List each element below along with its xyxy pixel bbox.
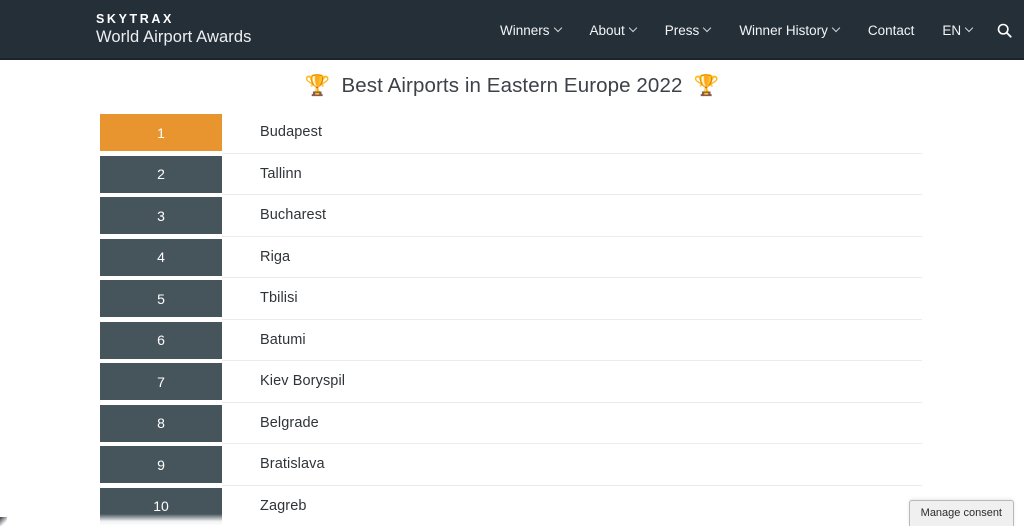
nav-item-label: Press bbox=[664, 22, 700, 38]
table-row[interactable]: 3 Bucharest bbox=[100, 195, 922, 237]
rank-name-cell: Batumi bbox=[222, 320, 922, 361]
rank-badge: 1 bbox=[100, 114, 222, 151]
table-row[interactable]: 4 Riga bbox=[100, 237, 922, 278]
rank-name-cell: Kiev Boryspil bbox=[222, 361, 922, 403]
airport-name: Belgrade bbox=[260, 414, 319, 431]
table-row[interactable]: 7 Kiev Boryspil bbox=[100, 361, 922, 403]
table-row[interactable]: 8 Belgrade bbox=[100, 403, 922, 444]
rank-badge: 5 bbox=[100, 280, 222, 317]
nav-item-language[interactable]: EN bbox=[928, 0, 987, 60]
airport-name: Tbilisi bbox=[260, 290, 298, 307]
rank-name-cell: Belgrade bbox=[222, 403, 922, 444]
rank-badge: 9 bbox=[100, 446, 222, 483]
nav-item-contact[interactable]: Contact bbox=[854, 0, 929, 60]
table-row[interactable]: 2 Tallinn bbox=[100, 154, 922, 195]
nav-item-winners[interactable]: Winners bbox=[500, 0, 576, 60]
table-row[interactable]: 5 Tbilisi bbox=[100, 278, 922, 320]
manage-consent-button[interactable]: Manage consent bbox=[908, 500, 1014, 526]
rank-badge: 7 bbox=[100, 363, 222, 400]
ranking-list: 1 Budapest 2 Tallinn 3 Bucharest 4 Riga … bbox=[100, 112, 922, 526]
rank-badge: 6 bbox=[100, 321, 222, 359]
rank-badge: 2 bbox=[100, 155, 222, 193]
airport-name: Tallinn bbox=[260, 165, 302, 182]
nav-item-press[interactable]: Press bbox=[651, 0, 726, 60]
nav-item-label: Winner History bbox=[739, 22, 828, 38]
rank-name-cell: Zagreb bbox=[222, 486, 922, 526]
table-row[interactable]: 6 Batumi bbox=[100, 320, 922, 361]
site-logo[interactable]: SKYTRAX World Airport Awards bbox=[96, 11, 252, 46]
nav-item-winner-history[interactable]: Winner History bbox=[725, 0, 854, 60]
brand-tagline: World Airport Awards bbox=[96, 28, 252, 46]
search-button[interactable] bbox=[987, 0, 1022, 60]
rank-name-cell: Bucharest bbox=[222, 195, 922, 237]
nav-item-label: Winners bbox=[500, 22, 550, 38]
chevron-down-icon bbox=[555, 25, 562, 32]
airport-name: Bucharest bbox=[260, 207, 327, 224]
page-title: 🏆 Best Airports in Eastern Europe 2022 🏆 bbox=[0, 74, 1024, 98]
corner-artifact bbox=[0, 517, 7, 526]
nav-item-label: Contact bbox=[867, 22, 915, 38]
airport-name: Budapest bbox=[260, 124, 323, 141]
page-title-text: Best Airports in Eastern Europe 2022 bbox=[341, 74, 683, 97]
airport-name: Batumi bbox=[260, 331, 306, 348]
rank-badge: 3 bbox=[100, 197, 222, 234]
rank-badge: 4 bbox=[100, 238, 222, 276]
rank-name-cell: Riga bbox=[222, 237, 922, 278]
airport-name: Kiev Boryspil bbox=[260, 373, 346, 390]
airport-name: Zagreb bbox=[260, 497, 307, 514]
site-header: SKYTRAX World Airport Awards Winners Abo… bbox=[0, 0, 1024, 60]
chevron-down-icon bbox=[630, 25, 637, 32]
rank-name-cell: Bratislava bbox=[222, 444, 922, 486]
chevron-down-icon bbox=[704, 25, 711, 32]
main-navigation: Winners About Press Winner History Conta… bbox=[500, 0, 1022, 60]
table-row[interactable]: 1 Budapest bbox=[100, 112, 922, 154]
rank-badge: 10 bbox=[100, 487, 222, 525]
trophy-icon-right: 🏆 bbox=[693, 73, 720, 97]
nav-item-label: EN bbox=[942, 22, 962, 38]
brand-name: SKYTRAX bbox=[96, 11, 174, 26]
airport-name: Bratislava bbox=[260, 456, 325, 473]
nav-item-about[interactable]: About bbox=[576, 0, 651, 60]
chevron-down-icon bbox=[833, 25, 840, 32]
nav-item-label: About bbox=[589, 22, 625, 38]
rank-name-cell: Tallinn bbox=[222, 154, 922, 195]
trophy-icon-left: 🏆 bbox=[304, 73, 331, 97]
airport-name: Riga bbox=[260, 248, 291, 265]
rank-badge: 8 bbox=[100, 404, 222, 442]
chevron-down-icon bbox=[966, 25, 973, 32]
table-row[interactable]: 9 Bratislava bbox=[100, 444, 922, 486]
search-icon bbox=[997, 23, 1012, 38]
table-row[interactable]: 10 Zagreb bbox=[100, 486, 922, 526]
rank-name-cell: Tbilisi bbox=[222, 278, 922, 320]
rank-name-cell: Budapest bbox=[222, 112, 922, 154]
